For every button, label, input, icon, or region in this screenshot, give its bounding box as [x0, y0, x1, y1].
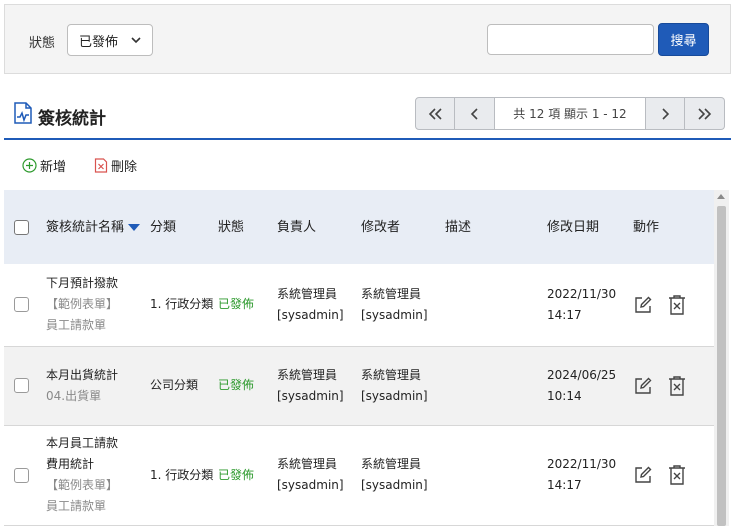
- column-header-status: 狀態: [218, 219, 245, 235]
- column-header-owner: 負責人: [277, 219, 317, 235]
- row-owner: 系統管理員[sysadmin]: [277, 286, 344, 322]
- row-status: 已發佈: [218, 297, 255, 312]
- edit-icon[interactable]: [633, 376, 653, 396]
- row-name[interactable]: 下月預計撥款: [46, 273, 144, 294]
- toolbar: 新增 刪除: [22, 155, 137, 175]
- chevron-left-icon: [470, 107, 478, 120]
- row-checkbox[interactable]: [14, 378, 29, 393]
- plus-circle-icon: [22, 157, 37, 173]
- column-header-modified-date: 修改日期: [547, 219, 600, 235]
- row-checkbox[interactable]: [14, 297, 29, 313]
- data-table: 簽核統計名稱 分類 狀態 負責人 修改者 描述 修改日期 動作 下月預計撥款 【…: [4, 190, 731, 526]
- row-owner: 系統管理員[sysadmin]: [277, 367, 344, 403]
- add-button-label: 新增: [40, 159, 67, 175]
- row-description: [445, 346, 547, 425]
- edit-icon[interactable]: [633, 465, 653, 485]
- row-modified-time: 14:17: [547, 307, 582, 322]
- row-form-name: 【範例表單】: [46, 478, 119, 492]
- row-status: 已發佈: [218, 467, 255, 482]
- status-filter-value: 已發佈: [79, 34, 119, 50]
- row-form-name: 04.出貨單: [46, 388, 102, 403]
- chevron-right-icon: [662, 107, 670, 120]
- filter-bar: 狀態 已發佈 搜尋: [4, 4, 731, 74]
- add-button[interactable]: 新增: [22, 156, 66, 175]
- row-name-cont[interactable]: 費用統計: [46, 454, 144, 475]
- sort-desc-icon: [128, 223, 141, 231]
- title-row: 簽核統計 共 12 項 顯示 1 - 12: [4, 90, 731, 140]
- column-header-actions: 動作: [633, 219, 660, 235]
- row-modified-date: 2024/06/25: [547, 367, 617, 382]
- row-checkbox[interactable]: [14, 467, 29, 483]
- next-page-button[interactable]: [645, 97, 685, 130]
- select-all-checkbox[interactable]: [14, 219, 29, 235]
- report-document-icon: [14, 102, 32, 124]
- row-form-name: 【範例表單】: [46, 297, 119, 312]
- delete-icon[interactable]: [668, 375, 686, 396]
- row-category: 1. 行政分類: [150, 467, 214, 482]
- row-modified-time: 14:17: [547, 478, 582, 492]
- double-chevron-right-icon: [697, 107, 711, 120]
- status-filter-label: 狀態: [29, 36, 56, 51]
- pagination: 共 12 項 顯示 1 - 12: [415, 97, 725, 130]
- row-modified-date: 2022/11/30: [547, 457, 617, 471]
- search-input[interactable]: [487, 24, 654, 55]
- scroll-up-arrow-icon[interactable]: [717, 194, 725, 199]
- delete-button[interactable]: 刪除: [94, 156, 137, 175]
- column-header-description: 描述: [445, 219, 472, 235]
- table-header-row: 簽核統計名稱 分類 狀態 負責人 修改者 描述 修改日期 動作: [4, 190, 714, 264]
- row-modified-date: 2022/11/30: [547, 286, 617, 301]
- table-scrollbar[interactable]: [714, 190, 729, 526]
- row-owner: 系統管理員[sysadmin]: [277, 457, 344, 492]
- first-page-button[interactable]: [415, 97, 455, 130]
- delete-icon[interactable]: [668, 465, 686, 485]
- row-form-name: 員工請款單: [46, 499, 107, 513]
- status-filter-select[interactable]: 已發佈: [67, 24, 153, 56]
- double-chevron-left-icon: [428, 107, 442, 120]
- row-modifier: 系統管理員[sysadmin]: [361, 457, 428, 492]
- row-modifier: 系統管理員[sysadmin]: [361, 286, 428, 322]
- row-category: 公司分類: [150, 378, 199, 392]
- edit-icon[interactable]: [633, 295, 653, 315]
- row-modifier: 系統管理員[sysadmin]: [361, 367, 428, 403]
- chevron-down-icon: [131, 37, 141, 44]
- row-description: [445, 425, 547, 525]
- column-header-category: 分類: [150, 219, 177, 235]
- table-row[interactable]: 本月員工請款 費用統計 【範例表單】 員工請款單 1. 行政分類 已發佈 系統管…: [4, 425, 714, 525]
- column-header-modifier: 修改者: [361, 219, 401, 235]
- row-description: [445, 264, 547, 346]
- search-button[interactable]: 搜尋: [658, 23, 709, 56]
- column-header-name[interactable]: 簽核統計名稱: [46, 190, 150, 264]
- table-row[interactable]: 下月預計撥款 【範例表單】 員工請款單 1. 行政分類 已發佈 系統管理員[sy…: [4, 264, 714, 346]
- delete-button-label: 刪除: [111, 159, 138, 175]
- delete-icon[interactable]: [668, 295, 686, 315]
- table-row[interactable]: 本月出貨統計 04.出貨單 公司分類 已發佈 系統管理員[sysadmin] 系…: [4, 346, 714, 425]
- pagination-info: 共 12 項 顯示 1 - 12: [495, 97, 645, 130]
- last-page-button[interactable]: [685, 97, 725, 130]
- scroll-thumb[interactable]: [717, 206, 726, 526]
- row-status: 已發佈: [218, 378, 255, 392]
- prev-page-button[interactable]: [455, 97, 495, 130]
- page-title: 簽核統計: [38, 109, 106, 129]
- row-name[interactable]: 本月員工請款: [46, 433, 144, 454]
- row-form-name: 員工請款單: [46, 318, 107, 333]
- row-category: 1. 行政分類: [150, 297, 214, 312]
- row-modified-time: 10:14: [547, 388, 582, 403]
- delete-document-icon: [94, 157, 108, 173]
- row-name[interactable]: 本月出貨統計: [46, 365, 144, 386]
